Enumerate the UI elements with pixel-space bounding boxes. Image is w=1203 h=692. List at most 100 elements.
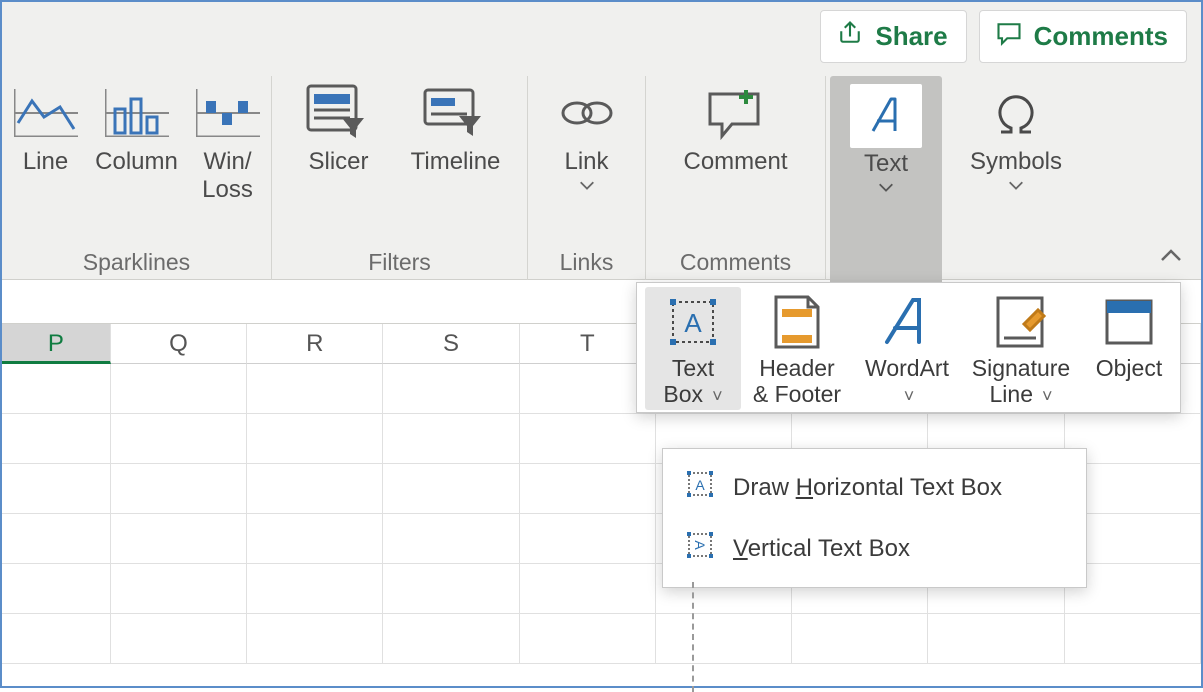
link-button[interactable]: Link <box>542 76 632 197</box>
text-box-label: Text Box ˅ <box>663 355 722 408</box>
sparkline-winloss-button[interactable]: Win/ Loss <box>189 76 267 203</box>
column-header[interactable]: S <box>383 324 519 364</box>
sparkline-line-label: Line <box>23 148 68 176</box>
sparkline-line-button[interactable]: Line <box>7 76 85 203</box>
column-header[interactable]: Q <box>111 324 247 364</box>
horizontal-text-box-icon: A <box>685 469 715 506</box>
cell[interactable] <box>247 564 383 614</box>
comment-button[interactable]: Comment <box>661 76 811 176</box>
comments-button[interactable]: Comments <box>979 10 1187 63</box>
cell[interactable] <box>520 564 656 614</box>
ribbon: Share Comments <box>2 2 1201 280</box>
cell[interactable] <box>247 614 383 664</box>
cell[interactable] <box>2 364 111 414</box>
text-box-button[interactable]: A Text Box ˅ <box>645 287 741 410</box>
chevron-down-icon: ˅ <box>904 386 915 406</box>
signature-line-icon <box>985 289 1057 355</box>
column-header[interactable]: R <box>247 324 383 364</box>
cell[interactable] <box>111 414 247 464</box>
group-links: Link Links <box>528 76 646 280</box>
cell[interactable] <box>656 614 792 664</box>
cell[interactable] <box>928 614 1064 664</box>
header-footer-button[interactable]: Header & Footer <box>743 287 851 410</box>
cell[interactable] <box>247 464 383 514</box>
signature-line-button[interactable]: Signature Line ˅ <box>963 287 1079 410</box>
collapse-ribbon-icon[interactable] <box>1159 246 1183 269</box>
chevron-down-icon: ˅ <box>707 386 723 406</box>
comments-icon <box>994 19 1024 54</box>
wordart-label: WordArt˅ <box>865 355 949 408</box>
comment-icon <box>702 80 770 146</box>
menu-item-label: Draw Horizontal Text Box <box>733 474 1002 502</box>
cell[interactable] <box>2 464 111 514</box>
cell[interactable] <box>520 514 656 564</box>
cell[interactable] <box>1065 614 1201 664</box>
cell[interactable] <box>383 414 519 464</box>
page-break-indicator <box>692 582 694 692</box>
group-sparklines: Line Column <box>2 76 272 280</box>
cell[interactable] <box>520 414 656 464</box>
cell[interactable] <box>383 614 519 664</box>
cell[interactable] <box>2 514 111 564</box>
group-filters-title: Filters <box>272 249 527 276</box>
group-text: Text <box>826 76 946 280</box>
timeline-label: Timeline <box>411 148 501 176</box>
share-button[interactable]: Share <box>820 10 966 63</box>
cell[interactable] <box>792 614 928 664</box>
cell[interactable] <box>383 364 519 414</box>
cell[interactable] <box>383 514 519 564</box>
svg-text:A: A <box>684 308 702 338</box>
header-footer-label: Header & Footer <box>753 355 841 408</box>
header-footer-icon <box>761 289 833 355</box>
cell[interactable] <box>247 414 383 464</box>
text-box-icon: A <box>657 289 729 355</box>
group-comments-title: Comments <box>646 249 825 276</box>
sparkline-column-button[interactable]: Column <box>87 76 187 203</box>
chevron-down-icon: ˅ <box>1037 386 1053 406</box>
object-button[interactable]: Object <box>1081 287 1177 410</box>
sparkline-column-icon <box>103 80 171 146</box>
group-links-title: Links <box>528 249 645 276</box>
text-icon <box>850 84 922 148</box>
text-box-menu: A Draw Horizontal Text Box A Vertical Te… <box>662 448 1087 588</box>
cell[interactable] <box>2 414 111 464</box>
draw-horizontal-text-box-item[interactable]: A Draw Horizontal Text Box <box>663 457 1086 518</box>
cell[interactable] <box>520 464 656 514</box>
wordart-button[interactable]: WordArt˅ <box>853 287 961 410</box>
column-header[interactable]: P <box>2 324 111 364</box>
cell[interactable] <box>111 614 247 664</box>
comment-label: Comment <box>683 148 787 176</box>
group-comments: Comment Comments <box>646 76 826 280</box>
cell[interactable] <box>383 464 519 514</box>
vertical-text-box-icon: A <box>685 530 715 567</box>
menu-item-label: Vertical Text Box <box>733 535 910 563</box>
object-label: Object <box>1096 355 1162 381</box>
cell[interactable] <box>2 614 111 664</box>
timeline-button[interactable]: Timeline <box>396 76 516 176</box>
cell[interactable] <box>247 364 383 414</box>
cell[interactable] <box>383 564 519 614</box>
cell[interactable] <box>111 564 247 614</box>
link-icon <box>553 80 621 146</box>
symbols-button[interactable]: Symbols <box>956 76 1076 197</box>
chevron-down-icon <box>1007 178 1025 197</box>
cell[interactable] <box>111 464 247 514</box>
text-label: Text <box>864 150 908 178</box>
cell[interactable] <box>111 364 247 414</box>
cell[interactable] <box>111 514 247 564</box>
signature-line-label: Signature Line ˅ <box>972 355 1070 408</box>
sparkline-column-label: Column <box>95 148 178 176</box>
share-icon <box>835 19 865 54</box>
sparkline-winloss-icon <box>194 80 262 146</box>
group-filters: Slicer Timeline Filters <box>272 76 528 280</box>
cell[interactable] <box>247 514 383 564</box>
cell[interactable] <box>2 564 111 614</box>
chevron-down-icon <box>578 178 596 197</box>
group-sparklines-title: Sparklines <box>2 249 271 276</box>
vertical-text-box-item[interactable]: A Vertical Text Box <box>663 518 1086 579</box>
text-gallery-popover: A Text Box ˅ Header & Footer <box>636 282 1181 413</box>
cell[interactable] <box>520 614 656 664</box>
slicer-button[interactable]: Slicer <box>284 76 394 176</box>
text-dropdown-button[interactable]: Text <box>830 76 942 299</box>
sparkline-line-icon <box>12 80 80 146</box>
